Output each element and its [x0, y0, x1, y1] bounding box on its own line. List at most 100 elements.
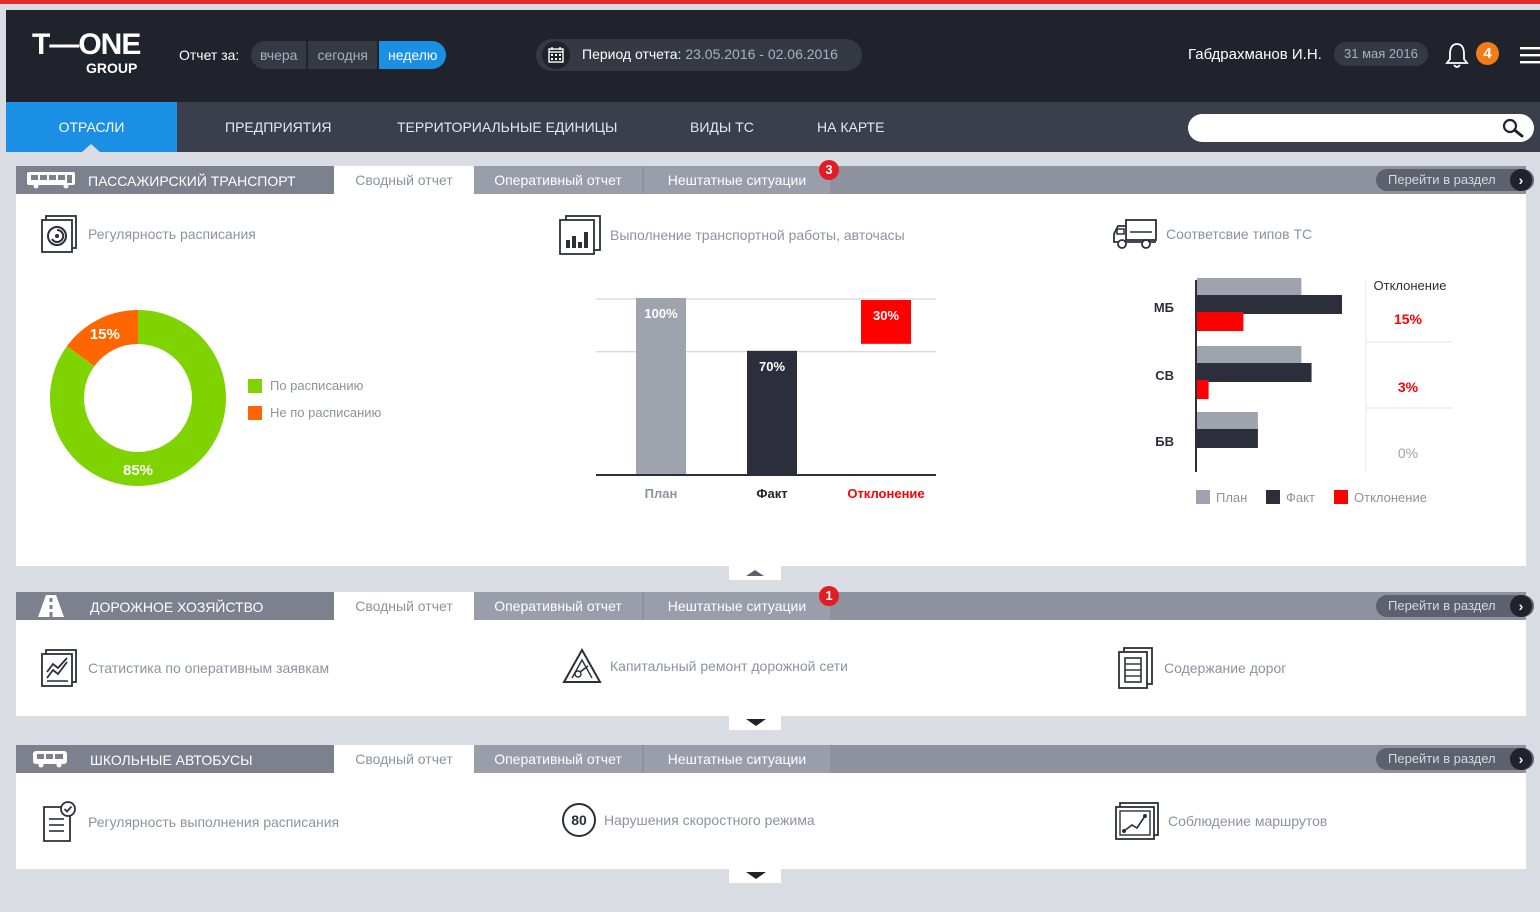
bell-icon[interactable]	[1444, 41, 1470, 74]
legend-item-off-schedule: Не по расписанию	[248, 405, 381, 420]
bar	[1197, 312, 1244, 331]
chevron-right-icon: ›	[1510, 595, 1532, 617]
calendar-icon[interactable]	[542, 41, 570, 69]
period-today-button[interactable]: сегодня	[308, 41, 378, 69]
chevron-up-icon	[746, 570, 764, 576]
top-bar: T—ONE GROUP Отчет за: вчера сегодня неде…	[6, 10, 1540, 102]
legend-label: По расписанию	[270, 378, 364, 393]
period-week-button[interactable]: неделю	[379, 41, 447, 69]
bar	[1197, 429, 1258, 448]
bar	[1197, 295, 1342, 314]
report-period-label: Отчет за:	[179, 47, 240, 63]
road-warning-icon	[562, 648, 602, 683]
legend-item-on-schedule: По расписанию	[248, 378, 363, 393]
card-transport-work[interactable]: Выполнение транспортной работы, авточасы	[558, 214, 905, 256]
schedule-donut-chart: 15% 85%	[50, 310, 227, 486]
emergency-count-badge: 3	[819, 160, 839, 180]
bar	[636, 298, 686, 474]
search-field[interactable]	[1188, 114, 1534, 142]
legend-label: Отклонение	[1354, 490, 1427, 505]
report-period-box: Период отчета: 23.05.2016 - 02.06.2016	[536, 39, 862, 71]
logo-subtext: GROUP	[86, 60, 138, 76]
card-label: Соблюдение маршрутов	[1168, 813, 1328, 829]
card-schedule-execution-regularity[interactable]: Регулярность выполнения расписания	[40, 801, 339, 843]
section-title: ДОРОЖНОЕ ХОЗЯЙСТВО	[90, 599, 264, 615]
go-to-section-label: Перейти в раздел	[1388, 598, 1496, 613]
section-title: ПАССАЖИРСКИЙ ТРАНСПОРТ	[88, 173, 296, 189]
x-tick-label: Факт	[756, 486, 787, 501]
notification-count-badge[interactable]: 4	[1476, 42, 1499, 65]
report-period-label-text: Период отчета:	[582, 46, 682, 62]
legend-swatch	[1334, 490, 1348, 504]
slice-label: 85%	[123, 462, 153, 479]
route-map-icon	[1115, 802, 1159, 840]
section-title-bar: ДОРОЖНОЕ ХОЗЯЙСТВО	[16, 592, 334, 620]
go-to-section-button[interactable]: Перейти в раздел ›	[1376, 748, 1534, 770]
go-to-section-button[interactable]: Перейти в раздел ›	[1376, 169, 1534, 191]
current-date: 31 мая 2016	[1334, 42, 1428, 66]
tab-operational-report[interactable]: Оперативный отчет	[474, 592, 642, 620]
y-tick-label: БВ	[1155, 434, 1174, 449]
expand-section-toggle[interactable]	[729, 716, 781, 730]
tab-emergency-situations[interactable]: Нештатные ситуации	[644, 745, 830, 773]
nav-tab-vehicle-types[interactable]: ВИДЫ ТС	[690, 102, 754, 152]
period-selector: вчера сегодня неделю	[251, 41, 447, 69]
section-header-school-buses: ШКОЛЬНЫЕ АВТОБУСЫ Сводный отчет Оператив…	[16, 745, 1534, 773]
go-to-section-button[interactable]: Перейти в раздел ›	[1376, 595, 1534, 617]
deviation-value: 15%	[1394, 311, 1423, 327]
checklist-icon	[43, 801, 76, 842]
bar	[1197, 278, 1302, 297]
expand-section-toggle[interactable]	[729, 869, 781, 883]
x-tick-label: Отклонение	[847, 486, 924, 501]
card-vehicle-type-compliance[interactable]: Соответсвие типов ТС	[1112, 218, 1312, 250]
section-panel-road-management: Статистика по оперативным заявкам Капита…	[16, 620, 1526, 716]
section-title-bar: ШКОЛЬНЫЕ АВТОБУСЫ	[16, 745, 334, 773]
bar	[1197, 412, 1258, 431]
tab-summary-report[interactable]: Сводный отчет	[334, 166, 474, 194]
deviation-header: Отклонение	[1374, 278, 1447, 293]
card-capital-road-repair[interactable]: Капитальный ремонт дорожной сети	[562, 648, 848, 684]
bar-chart-doc-icon	[559, 215, 601, 255]
vehicle-type-bar-chart: МБ 15% СВ 3% БВ 0% Отклонение План Факт Отклонени…	[1154, 278, 1452, 505]
legend-label: Не по расписанию	[270, 405, 382, 420]
card-road-maintenance[interactable]: Содержание дорог	[1116, 646, 1286, 690]
search-icon[interactable]	[1502, 118, 1524, 138]
user-name[interactable]: Габдрахманов И.Н.	[1188, 46, 1322, 63]
section-title: ШКОЛЬНЫЕ АВТОБУСЫ	[90, 752, 253, 768]
legend-swatch	[1266, 490, 1280, 504]
tab-operational-report[interactable]: Оперативный отчет	[474, 745, 642, 773]
stats-chart-icon	[41, 649, 77, 687]
tab-operational-report[interactable]: Оперативный отчет	[474, 166, 642, 194]
card-label: Регулярность расписания	[88, 226, 256, 242]
hamburger-menu-icon[interactable]	[1520, 46, 1540, 69]
data-label: 30%	[873, 308, 899, 323]
search-input[interactable]	[1200, 118, 1490, 138]
deviation-value: 3%	[1398, 379, 1419, 395]
card-schedule-regularity[interactable]: Регулярность расписания	[40, 214, 256, 254]
nav-tab-enterprises[interactable]: ПРЕДПРИЯТИЯ	[225, 102, 332, 152]
chevron-right-icon: ›	[1510, 748, 1532, 770]
x-tick-label: План	[645, 486, 678, 501]
logo-text: T—ONE	[32, 28, 141, 61]
go-to-section-label: Перейти в раздел	[1388, 172, 1496, 187]
card-operational-requests-stats[interactable]: Статистика по оперативным заявкам	[40, 648, 329, 688]
tab-emergency-situations[interactable]: Нештатные ситуации	[644, 592, 830, 620]
active-tab-caret	[82, 144, 100, 152]
card-speed-violations[interactable]: 80 Нарушения скоростного режима	[562, 803, 815, 837]
section-panel-school-buses: Регулярность выполнения расписания 80 На…	[16, 773, 1526, 869]
tab-emergency-situations[interactable]: Нештатные ситуации	[644, 166, 830, 194]
legend-swatch	[248, 405, 262, 420]
y-tick-label: СВ	[1155, 368, 1174, 383]
go-to-section-label: Перейти в раздел	[1388, 751, 1496, 766]
collapse-section-toggle[interactable]	[729, 566, 781, 580]
tab-summary-report[interactable]: Сводный отчет	[334, 592, 474, 620]
card-route-compliance[interactable]: Соблюдение маршрутов	[1114, 801, 1327, 841]
logo[interactable]: T—ONE GROUP	[32, 28, 141, 77]
bar	[1197, 363, 1312, 382]
tab-summary-report[interactable]: Сводный отчет	[334, 745, 474, 773]
top-accent-line	[0, 0, 1540, 4]
nav-tab-map[interactable]: НА КАРТЕ	[817, 102, 884, 152]
section-header-road-management: ДОРОЖНОЕ ХОЗЯЙСТВО Сводный отчет Операти…	[16, 586, 1534, 620]
period-yesterday-button[interactable]: вчера	[251, 41, 307, 69]
nav-tab-territorial-units[interactable]: ТЕРРИТОРИАЛЬНЫЕ ЕДИНИЦЫ	[397, 102, 617, 152]
